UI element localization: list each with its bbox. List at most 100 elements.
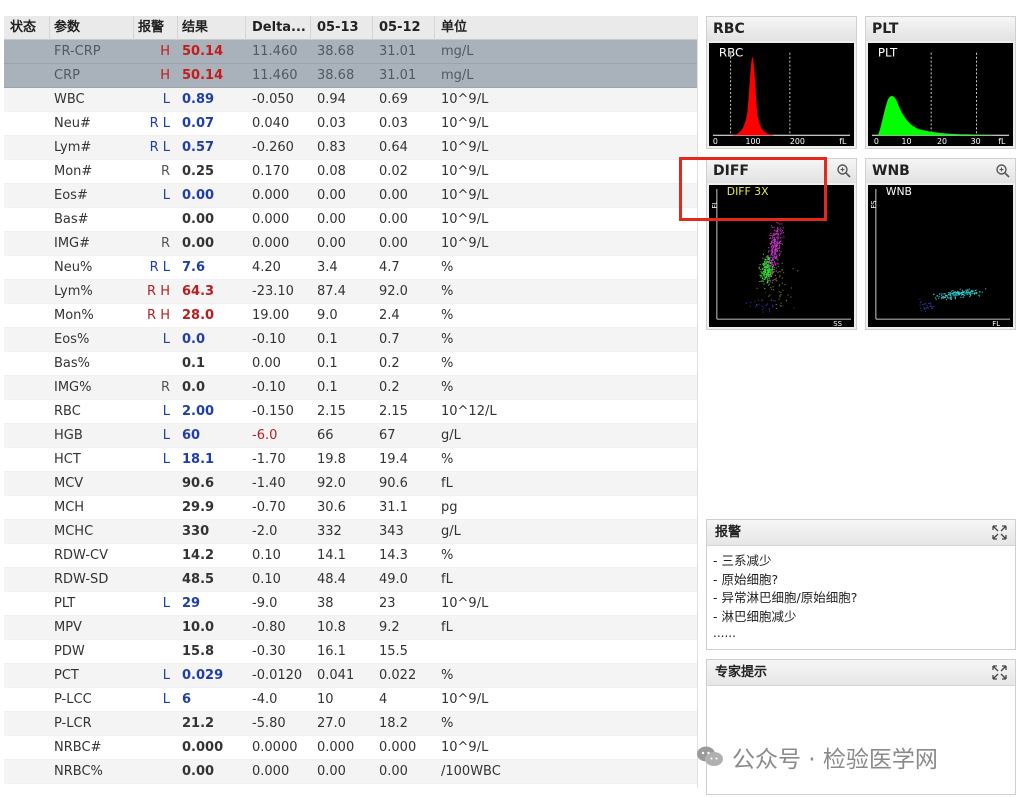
table-row[interactable]: Eos% L 0.0 -0.10 0.1 0.7% (4, 328, 697, 352)
row-date1-value: 9.0 (317, 308, 338, 323)
row-delta: -0.150 (252, 404, 294, 419)
alarm-item: 三系减少 (713, 552, 1015, 571)
table-row[interactable]: IMG% R 0.0 -0.10 0.1 0.2% (4, 376, 697, 400)
header-date1[interactable]: 05-13 (311, 16, 373, 40)
row-unit: % (441, 308, 454, 323)
table-row[interactable]: P-LCR 21.2 -5.80 27.0 18.2% (4, 712, 697, 736)
table-row[interactable]: Bas% 0.1 0.00 0.1 0.2% (4, 352, 697, 376)
row-unit: % (441, 548, 454, 563)
table-row[interactable]: Lym% R H 64.3 -23.10 87.4 92.0% (4, 280, 697, 304)
row-flag: L (162, 332, 170, 347)
row-unit: /100WBC (441, 764, 501, 779)
row-param: MCV (54, 476, 84, 491)
expert-title-bar: 专家提示 (707, 660, 1015, 686)
row-result: 0.00 (182, 212, 215, 227)
row-param: Mon% (54, 308, 94, 323)
rbc-histogram[interactable]: RBC 0 100 200 fL (709, 43, 854, 146)
table-row[interactable]: Eos# L 0.00 0.000 0.00 0.00 10^9/L (4, 184, 697, 208)
table-row[interactable]: CRP H 50.14 11.460 38.68 31.01 mg/L (4, 64, 697, 88)
diff-highlight-box (679, 157, 827, 221)
table-row[interactable]: Mon% R H 28.0 19.00 9.0 2.4% (4, 304, 697, 328)
row-param: NRBC% (54, 764, 103, 779)
table-row[interactable]: MPV 10.0 -0.80 10.8 9.2 fL (4, 616, 697, 640)
table-row[interactable]: RDW-SD 48.5 0.10 48.4 49.0 fL (4, 568, 697, 592)
table-row[interactable]: PDW 15.8 -0.30 16.1 15.5 (4, 640, 697, 664)
table-row[interactable]: HCT L 18.1 -1.70 19.8 19.4% (4, 448, 697, 472)
table-row[interactable]: Mon# R 0.25 0.170 0.08 0.02 10^9/L (4, 160, 697, 184)
row-delta: 11.460 (252, 44, 298, 59)
row-date2-value: 0.00 (379, 764, 408, 779)
table-row[interactable]: MCH 29.9 -0.70 30.6 31.1 pg (4, 496, 697, 520)
row-date1-value: 19.8 (317, 452, 346, 467)
row-delta: 0.10 (252, 548, 281, 563)
header-date2[interactable]: 05-12 (373, 16, 435, 40)
table-row[interactable]: Neu% R L 7.6 4.20 3.4 4.7% (4, 256, 697, 280)
row-flag: L (162, 692, 170, 707)
header-status[interactable]: 状态 (4, 16, 50, 40)
row-param: Lym# (54, 140, 92, 155)
table-row[interactable]: RBC L 2.00 -0.150 2.15 2.15 10^12/L (4, 400, 697, 424)
row-date1-value: 10.8 (317, 620, 346, 635)
row-delta: 0.0000 (252, 740, 298, 755)
expand-icon[interactable] (992, 525, 1007, 540)
rbc-panel-title: RBC (707, 17, 856, 41)
wnb-scatter-panel[interactable]: WNB WNB FS FL (865, 158, 1016, 330)
table-row[interactable]: RDW-CV 14.2 0.10 14.1 14.3% (4, 544, 697, 568)
row-date1-value: 3.4 (317, 260, 338, 275)
row-result: 90.6 (182, 476, 215, 491)
table-row[interactable]: Bas# 0.00 0.000 0.00 0.00 10^9/L (4, 208, 697, 232)
table-row[interactable]: MCHC 330 -2.0 332 343 g/L (4, 520, 697, 544)
header-flag[interactable]: 报警 (134, 16, 178, 40)
plt-histogram[interactable]: PLT 0 10 20 30 fL (868, 43, 1013, 146)
row-unit: % (441, 284, 454, 299)
plt-curve (877, 96, 997, 136)
zoom-icon[interactable] (995, 163, 1010, 178)
table-row[interactable]: IMG# R 0.00 0.000 0.00 0.00 10^9/L (4, 232, 697, 256)
table-row[interactable]: HGB L 60 -6.0 66 67 g/L (4, 424, 697, 448)
row-unit: 10^9/L (441, 236, 489, 251)
row-delta: 0.170 (252, 164, 290, 179)
row-delta: -0.30 (252, 644, 286, 659)
row-delta: -0.10 (252, 380, 286, 395)
rbc-histogram-panel[interactable]: RBC RBC 0 100 200 fL (706, 16, 857, 149)
table-row[interactable]: MCV 90.6 -1.40 92.0 90.6 fL (4, 472, 697, 496)
table-row[interactable]: P-LCC L 6 -4.0 10 4 10^9/L (4, 688, 697, 712)
row-unit: 10^9/L (441, 92, 489, 107)
row-result: 28.0 (182, 308, 215, 323)
row-date2-value: 92.0 (379, 284, 408, 299)
table-row[interactable]: NRBC# 0.000 0.0000 0.000 0.000 10^9/L (4, 736, 697, 760)
wnb-scatter-dots (919, 288, 987, 313)
table-row[interactable]: FR-CRP H 50.14 11.460 38.68 31.01 mg/L (4, 40, 697, 64)
row-date2-value: 31.1 (379, 500, 408, 515)
plt-inner-label: PLT (878, 46, 898, 60)
row-flag: R (160, 380, 170, 395)
header-delta[interactable]: Delta... (246, 16, 311, 40)
table-row[interactable]: Neu# R L 0.07 0.040 0.03 0.03 10^9/L (4, 112, 697, 136)
expand-icon[interactable] (992, 665, 1007, 680)
table-row[interactable]: PLT L 29 -9.0 38 23 10^9/L (4, 592, 697, 616)
plt-tick-20: 20 (937, 137, 947, 146)
row-unit: fL (441, 620, 453, 635)
row-date1-value: 0.00 (317, 236, 346, 251)
row-delta: -1.70 (252, 452, 286, 467)
table-row[interactable]: PCT L 0.029 -0.0120 0.041 0.022% (4, 664, 697, 688)
row-date1-value: 0.1 (317, 356, 338, 371)
row-result: 10.0 (182, 620, 215, 635)
table-row[interactable]: NRBC% 0.00 0.000 0.00 0.00/100WBC (4, 760, 697, 784)
row-unit: pg (441, 500, 458, 515)
plt-histogram-panel[interactable]: PLT PLT 0 10 20 30 fL (865, 16, 1016, 149)
header-unit[interactable]: 单位 (435, 16, 697, 40)
header-result[interactable]: 结果 (178, 16, 246, 40)
table-row[interactable]: WBC L 0.89 -0.050 0.94 0.69 10^9/L (4, 88, 697, 112)
header-param[interactable]: 参数 (50, 16, 134, 40)
row-date2-value: 2.15 (379, 404, 408, 419)
row-date1-value: 30.6 (317, 500, 346, 515)
table-row[interactable]: Lym# R L 0.57 -0.260 0.83 0.64 10^9/L (4, 136, 697, 160)
row-delta: -0.050 (252, 92, 294, 107)
rbc-curve (730, 56, 790, 136)
wnb-scatter-plot[interactable]: WNB FS FL (868, 185, 1013, 327)
row-param: P-LCC (54, 692, 92, 707)
zoom-icon[interactable] (836, 163, 851, 178)
row-flag: L (162, 452, 170, 467)
row-unit: % (441, 332, 454, 347)
